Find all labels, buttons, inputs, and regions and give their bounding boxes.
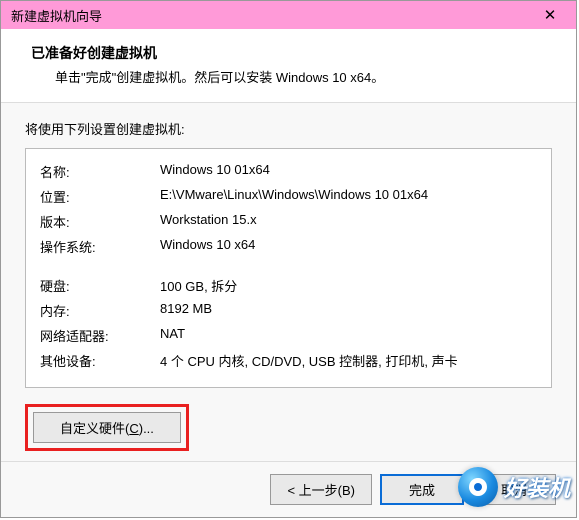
back-button[interactable]: < 上一步(B) [270, 474, 372, 505]
setting-label: 内存: [40, 301, 160, 320]
setting-label: 位置: [40, 187, 160, 206]
window-title: 新建虚拟机向导 [11, 6, 102, 25]
close-icon: ✕ [544, 6, 557, 24]
setting-label: 网络适配器: [40, 326, 160, 345]
header-title: 已准备好创建虚拟机 [31, 43, 546, 63]
cancel-button[interactable]: 取消 [472, 474, 556, 505]
setting-value: 8192 MB [160, 301, 537, 320]
setting-row-disk: 硬盘: 100 GB, 拆分 [40, 273, 537, 298]
setting-label: 其他设备: [40, 351, 160, 370]
setting-row-os: 操作系统: Windows 10 x64 [40, 234, 537, 259]
setting-label: 版本: [40, 212, 160, 231]
setting-value: Workstation 15.x [160, 212, 537, 231]
setting-label: 名称: [40, 162, 160, 181]
setting-value: Windows 10 01x64 [160, 162, 537, 181]
setting-row-memory: 内存: 8192 MB [40, 298, 537, 323]
setting-row-other: 其他设备: 4 个 CPU 内核, CD/DVD, USB 控制器, 打印机, … [40, 348, 537, 373]
customize-hardware-highlight: 自定义硬件(C)... [25, 404, 189, 451]
setting-row-version: 版本: Workstation 15.x [40, 209, 537, 234]
wizard-window: 新建虚拟机向导 ✕ 已准备好创建虚拟机 单击"完成"创建虚拟机。然后可以安装 W… [0, 0, 577, 518]
wizard-content: 将使用下列设置创建虚拟机: 名称: Windows 10 01x64 位置: E… [1, 103, 576, 461]
setting-value: 100 GB, 拆分 [160, 276, 537, 295]
customize-hardware-button[interactable]: 自定义硬件(C)... [33, 412, 181, 443]
finish-button[interactable]: 完成 [380, 474, 464, 505]
setting-value: NAT [160, 326, 537, 345]
wizard-footer: < 上一步(B) 完成 取消 [1, 461, 576, 517]
close-button[interactable]: ✕ [530, 3, 570, 27]
setting-label: 操作系统: [40, 237, 160, 256]
setting-label: 硬盘: [40, 276, 160, 295]
setting-value: E:\VMware\Linux\Windows\Windows 10 01x64 [160, 187, 537, 206]
settings-summary-box: 名称: Windows 10 01x64 位置: E:\VMware\Linux… [25, 148, 552, 388]
header-subtitle: 单击"完成"创建虚拟机。然后可以安装 Windows 10 x64。 [31, 67, 546, 86]
setting-row-name: 名称: Windows 10 01x64 [40, 159, 537, 184]
setting-row-network: 网络适配器: NAT [40, 323, 537, 348]
wizard-header: 已准备好创建虚拟机 单击"完成"创建虚拟机。然后可以安装 Windows 10 … [1, 29, 576, 103]
titlebar: 新建虚拟机向导 ✕ [1, 1, 576, 29]
intro-text: 将使用下列设置创建虚拟机: [25, 119, 552, 138]
setting-value: Windows 10 x64 [160, 237, 537, 256]
setting-value: 4 个 CPU 内核, CD/DVD, USB 控制器, 打印机, 声卡 [160, 351, 537, 370]
setting-row-location: 位置: E:\VMware\Linux\Windows\Windows 10 0… [40, 184, 537, 209]
